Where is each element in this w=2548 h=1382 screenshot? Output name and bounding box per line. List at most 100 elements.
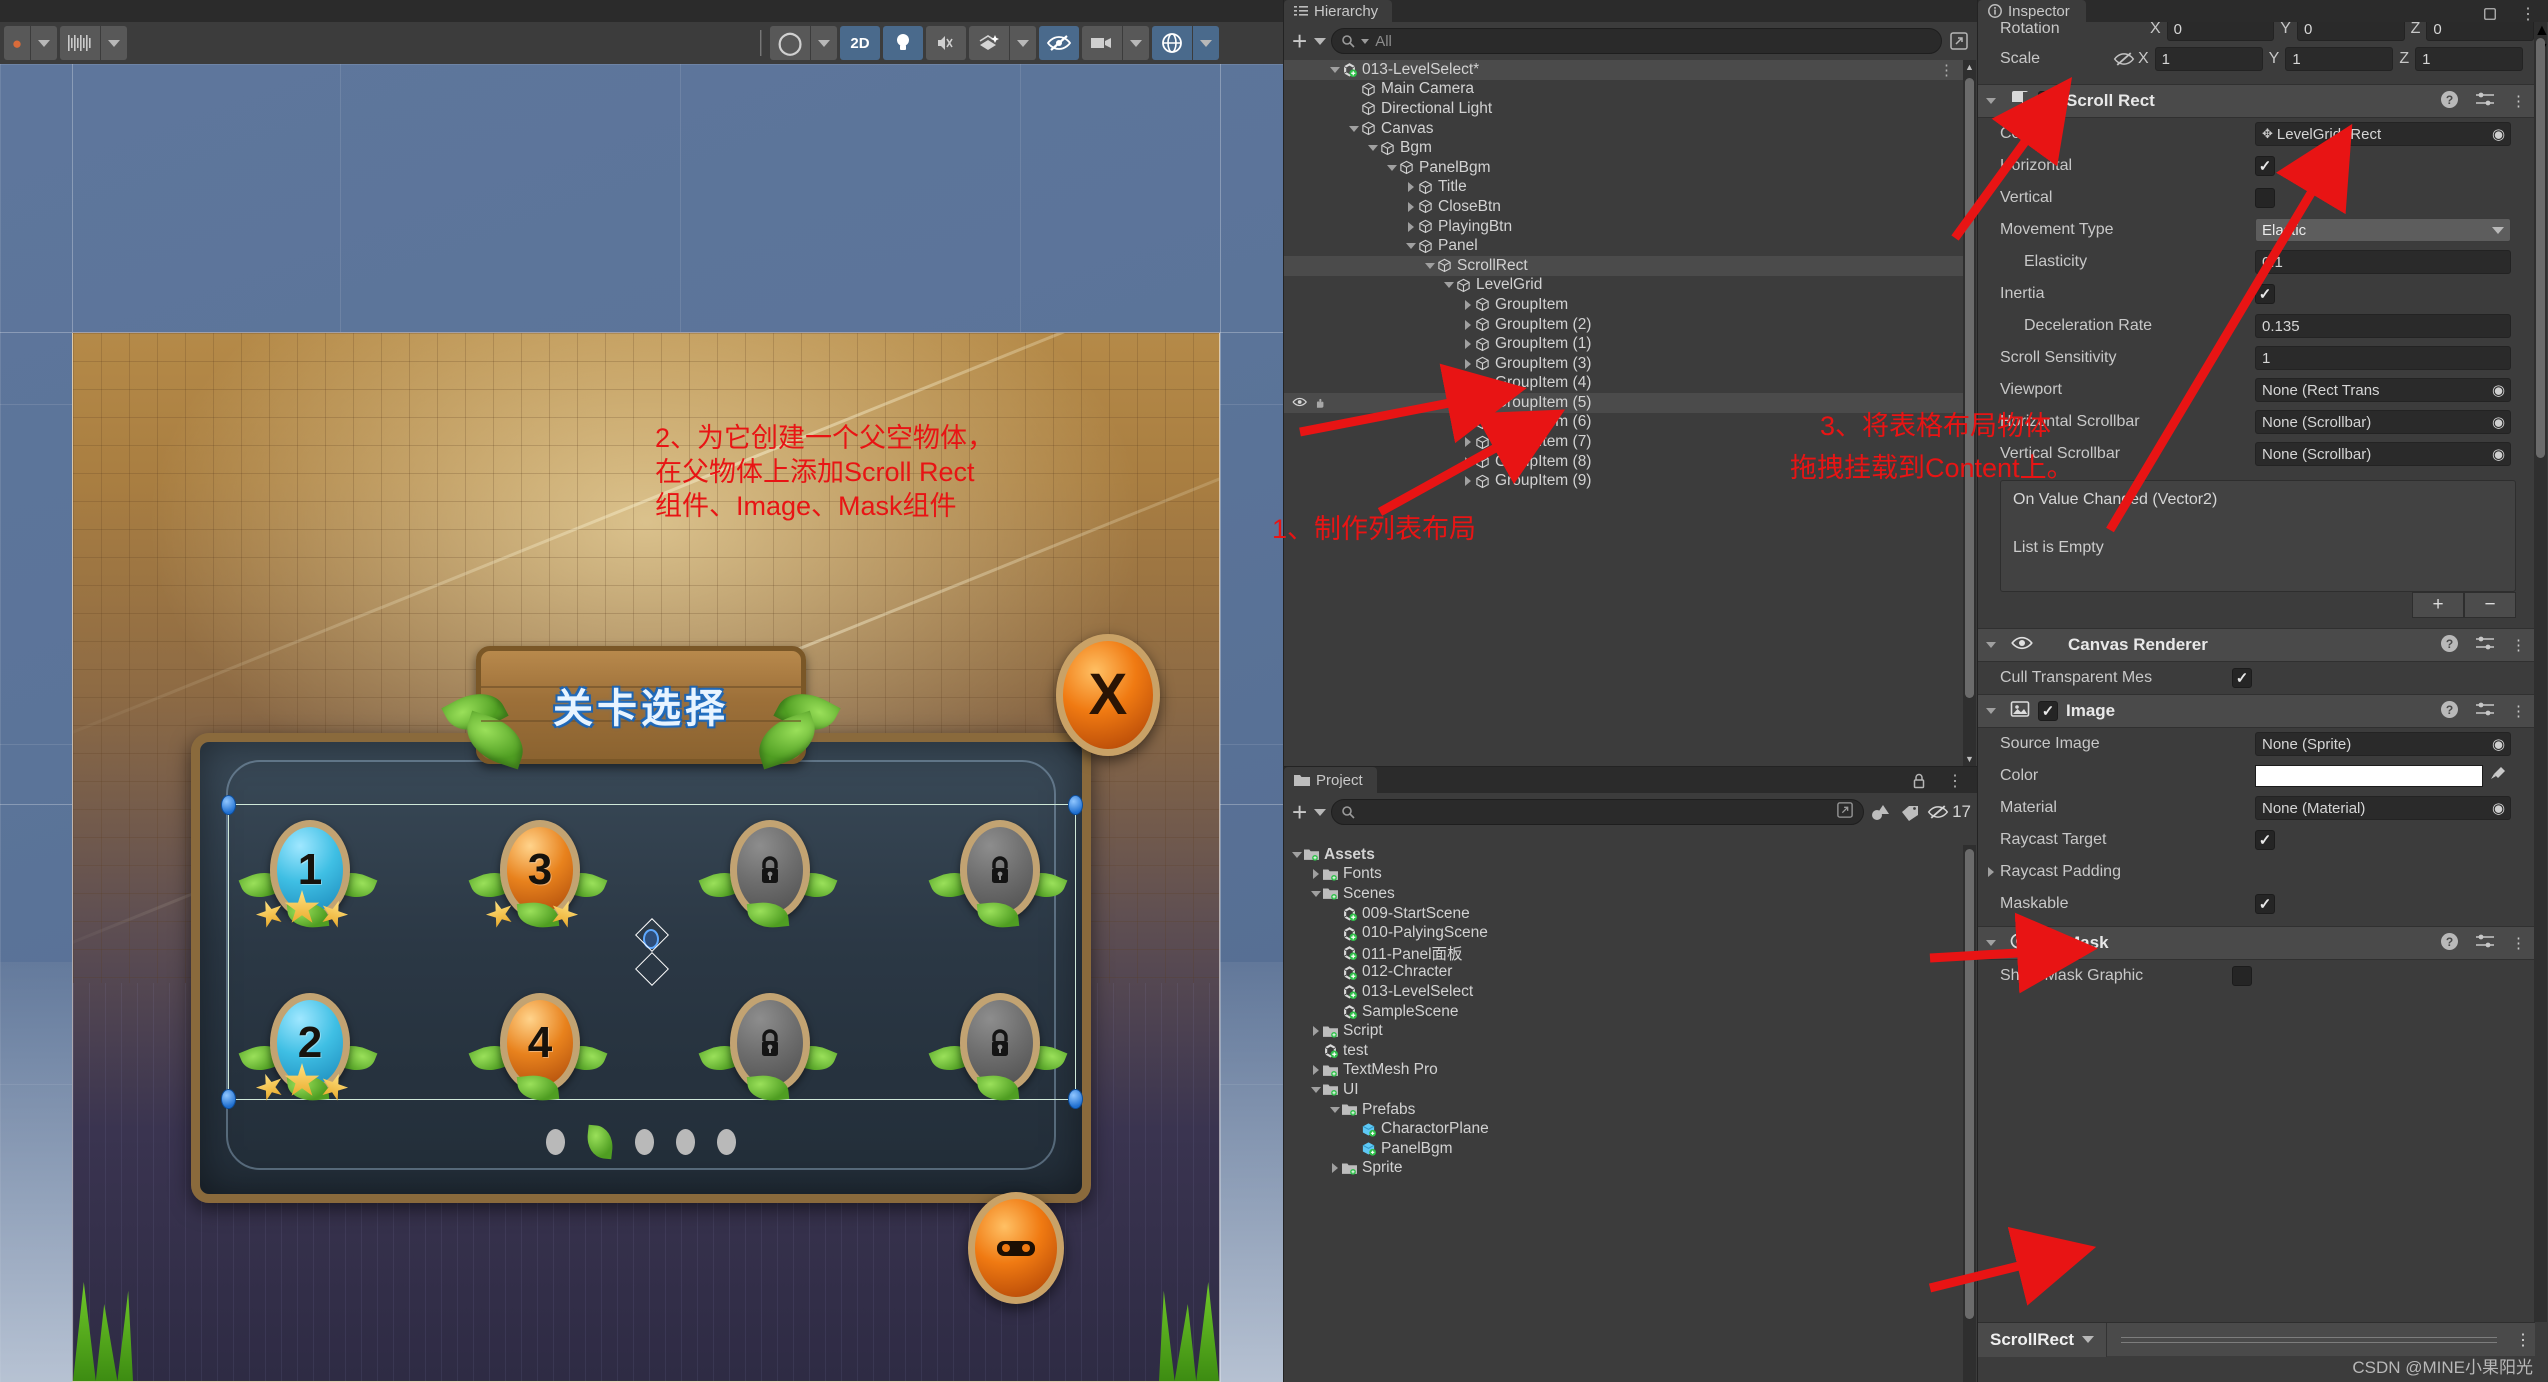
tree-row[interactable]: Assets <box>1284 845 1963 865</box>
foldout-arrow-icon[interactable] <box>1404 239 1418 253</box>
inertia-checkbox[interactable]: ✓ <box>2255 284 2275 304</box>
tree-row[interactable]: PanelBgm <box>1284 1139 1963 1159</box>
deceleration-rate-field[interactable]: 0.135 <box>2255 314 2511 338</box>
footer-menu-icon[interactable]: ⋮ <box>2511 1328 2535 1352</box>
draw-mode-dropdown[interactable] <box>811 26 837 60</box>
page-dot[interactable] <box>635 1129 654 1155</box>
scroll-down-arrow-icon[interactable]: ▼ <box>1965 754 1974 764</box>
raycast-padding-foldout-icon[interactable] <box>1984 865 2000 879</box>
fx-dropdown[interactable] <box>1010 26 1036 60</box>
tree-row[interactable]: Sprite <box>1284 1159 1963 1179</box>
tree-row[interactable]: Scenes <box>1284 884 1963 904</box>
rotation-x-field[interactable]: 0 <box>2166 22 2275 41</box>
tree-row[interactable]: 010-PalyingScene <box>1284 923 1963 943</box>
tree-row[interactable]: PanelBgm <box>1284 158 1963 178</box>
content-object-field[interactable]: ✥ LevelGrid (Rect ◉ <box>2255 122 2511 146</box>
hierarchy-expand-icon[interactable] <box>1947 29 1971 53</box>
foldout-arrow-icon[interactable] <box>1461 474 1475 488</box>
remove-listener-button[interactable]: − <box>2464 592 2516 618</box>
help-icon[interactable]: ? <box>2440 634 2459 657</box>
scroll-rect-enabled-checkbox[interactable]: ✓ <box>2038 91 2058 111</box>
project-scroll-thumb[interactable] <box>1965 849 1974 1319</box>
foldout-arrow-icon[interactable] <box>1461 337 1475 351</box>
foldout-arrow-icon[interactable] <box>1366 141 1380 155</box>
draw-mode-icon[interactable]: ◯ <box>770 26 810 60</box>
horizontal-scrollbar-field[interactable]: None (Scrollbar) ◉ <box>2255 410 2511 434</box>
mask-foldout-icon[interactable] <box>1984 936 2002 950</box>
tree-row[interactable]: Fonts <box>1284 865 1963 885</box>
foldout-arrow-icon[interactable] <box>1461 415 1475 429</box>
horizontal-checkbox[interactable]: ✓ <box>2255 156 2275 176</box>
object-picker-icon[interactable]: ◉ <box>2489 445 2508 463</box>
foldout-arrow-icon[interactable] <box>1404 220 1418 234</box>
rotation-z-field[interactable]: 0 <box>2426 22 2534 41</box>
tree-row[interactable]: SampleScene <box>1284 1002 1963 1022</box>
tree-row[interactable]: PlayingBtn <box>1284 217 1963 237</box>
project-search-input[interactable] <box>1331 799 1865 825</box>
row-menu-icon[interactable]: ⋮ <box>1939 61 1955 79</box>
tree-row[interactable]: test <box>1284 1041 1963 1061</box>
component-menu-icon[interactable]: ⋮ <box>2511 636 2526 654</box>
foldout-arrow-icon[interactable] <box>1309 1083 1323 1097</box>
foldout-arrow-icon[interactable] <box>1423 259 1437 273</box>
object-picker-icon[interactable]: ◉ <box>2489 735 2508 753</box>
toggle-camera[interactable] <box>1082 26 1122 60</box>
scroll-rect-foldout-icon[interactable] <box>1984 94 2002 108</box>
page-indicator[interactable] <box>546 1124 736 1160</box>
create-asset-button[interactable]: + <box>1290 799 1309 825</box>
foldout-arrow-icon[interactable] <box>1309 887 1323 901</box>
scale-y-field[interactable]: 1 <box>2285 47 2394 71</box>
tree-row[interactable]: Title <box>1284 178 1963 198</box>
level-item-1[interactable]: 1 <box>238 820 378 945</box>
level-item-3[interactable]: 3 <box>468 820 608 945</box>
component-header-scroll-rect[interactable]: ✓ Scroll Rect ? ⋮ <box>1978 84 2534 118</box>
add-listener-button[interactable]: + <box>2412 592 2464 618</box>
inspector-scrollbar[interactable]: ▲ ▼ <box>2534 22 2548 1322</box>
level-item-locked-b[interactable] <box>928 820 1068 945</box>
toggle-lighting[interactable] <box>883 26 923 60</box>
tree-row[interactable]: TextMesh Pro <box>1284 1061 1963 1081</box>
toggle-scene-visibility[interactable] <box>1039 26 1079 60</box>
add-gameobject-button[interactable]: + <box>1290 28 1309 54</box>
selection-handle[interactable] <box>1068 795 1083 815</box>
level-item-locked-a[interactable] <box>698 820 838 945</box>
elasticity-field[interactable]: 0.1 <box>2255 250 2511 274</box>
project-filter-label-icon[interactable] <box>1898 800 1922 824</box>
canvas-renderer-foldout-icon[interactable] <box>1984 638 2002 652</box>
level-item-locked-d[interactable] <box>928 993 1068 1118</box>
foldout-arrow-icon[interactable] <box>1461 357 1475 371</box>
component-menu-icon[interactable]: ⋮ <box>2511 92 2526 110</box>
page-dot-active[interactable] <box>585 1124 615 1160</box>
tab-project[interactable]: Project <box>1284 767 1377 793</box>
tree-row[interactable]: CharactorPlane <box>1284 1119 1963 1139</box>
foldout-arrow-icon[interactable] <box>1404 200 1418 214</box>
tree-row[interactable]: GroupItem <box>1284 295 1963 315</box>
help-icon[interactable]: ? <box>2440 932 2459 955</box>
maskable-checkbox[interactable]: ✓ <box>2255 894 2275 914</box>
foldout-arrow-icon[interactable] <box>1461 396 1475 410</box>
account-dropdown[interactable] <box>31 26 57 60</box>
movement-type-dropdown[interactable]: Elastic <box>2255 218 2511 242</box>
tree-row[interactable]: GroupItem (3) <box>1284 354 1963 374</box>
object-picker-icon[interactable]: ◉ <box>2489 799 2508 817</box>
account-button[interactable]: ● <box>4 26 30 60</box>
toggle-fx[interactable] <box>969 26 1009 60</box>
tree-row[interactable]: GroupItem (2) <box>1284 315 1963 335</box>
project-tree[interactable]: Assets Fonts Scenes 009-StartScene 010-Palyi… <box>1284 845 1963 1382</box>
tree-row[interactable]: 012-Chracter <box>1284 963 1963 983</box>
scale-x-field[interactable]: 1 <box>2154 47 2263 71</box>
help-icon[interactable]: ? <box>2440 90 2459 113</box>
source-image-field[interactable]: None (Sprite) ◉ <box>2255 732 2511 756</box>
tree-row[interactable]: 013-LevelSelect <box>1284 982 1963 1002</box>
game-canvas-preview[interactable]: 关卡选择 X 1 3 2 4 <box>72 332 1220 1382</box>
hierarchy-search-input[interactable]: All <box>1331 28 1942 54</box>
preset-icon[interactable] <box>2475 635 2495 655</box>
foldout-arrow-icon[interactable] <box>1290 848 1304 862</box>
component-header-canvas-renderer[interactable]: Canvas Renderer ? ⋮ <box>1978 628 2534 662</box>
foldout-arrow-icon[interactable] <box>1328 63 1342 77</box>
tree-row[interactable]: GroupItem (4) <box>1284 374 1963 394</box>
tab-hierarchy[interactable]: Hierarchy <box>1284 0 1393 22</box>
create-asset-caret-icon[interactable] <box>1314 808 1327 816</box>
component-header-mask[interactable]: ✓ Mask ? ⋮ <box>1978 926 2534 960</box>
rotation-y-field[interactable]: 0 <box>2296 22 2405 41</box>
